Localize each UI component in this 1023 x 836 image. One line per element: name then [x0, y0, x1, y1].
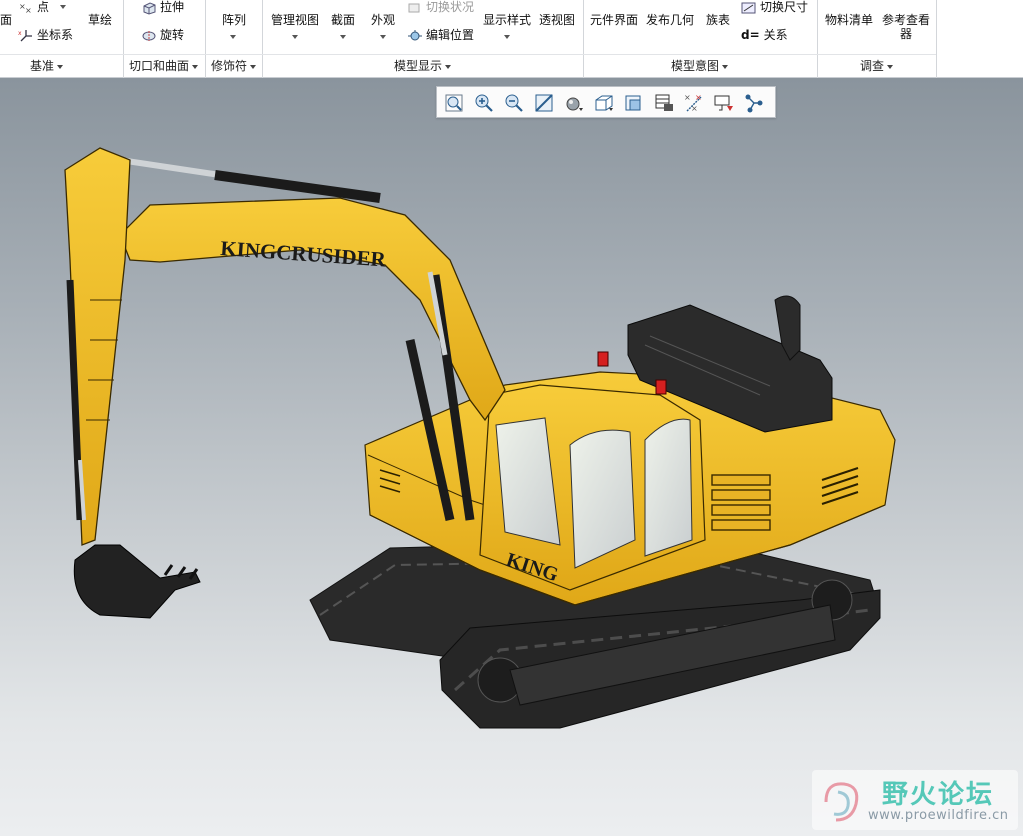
manage-views-button[interactable]: 管理视图: [271, 13, 320, 39]
bom-label: 物料清单: [825, 13, 874, 27]
refit-icon[interactable]: [443, 92, 465, 114]
edit-position-icon: [408, 29, 422, 40]
forum-watermark: 野火论坛 www.proewildfire.cn: [812, 770, 1018, 830]
appearance-button[interactable]: 外观: [371, 13, 396, 39]
relations-label: 关系: [763, 28, 788, 42]
pattern-button[interactable]: 阵列: [222, 13, 247, 39]
edit-position-label: 编辑位置: [426, 28, 475, 42]
excavator-model[interactable]: KING KINGCRUSIDER: [0, 78, 1023, 836]
datum-display-icon[interactable]: × ××: [683, 92, 705, 114]
extrude-label: 拉伸: [160, 0, 185, 14]
watermark-url: www.proewildfire.cn: [868, 808, 1009, 823]
toggle-status-icon: [408, 3, 420, 12]
perspective-icon[interactable]: [653, 92, 675, 114]
plane-label: 面: [0, 13, 13, 27]
display-style-button[interactable]: 显示样式: [483, 13, 532, 39]
ribbon: 面 × × 点 x 坐标系 草绘 基准 拉伸 旋转 切口和曲面 阵列 修饰符 管理视图…: [0, 0, 1023, 78]
toggle-status-label: 切换状况: [426, 0, 475, 14]
extrude-icon: [143, 1, 156, 15]
publish-geometry-button[interactable]: 发布几何: [646, 13, 694, 27]
section-button[interactable]: 截面: [331, 13, 356, 39]
revolve-label: 旋转: [160, 28, 185, 42]
bucket: [73, 544, 201, 619]
manage-views-label: 管理视图: [271, 13, 320, 27]
display-style-dropdown-icon[interactable]: [504, 35, 510, 39]
display-style-icon[interactable]: [563, 92, 585, 114]
point-dropdown-icon[interactable]: [60, 5, 66, 9]
bom-button[interactable]: 物料清单: [825, 13, 873, 27]
perspective-label: 透视图: [539, 13, 576, 27]
point-button[interactable]: × × 点: [18, 0, 66, 15]
publish-geometry-label: 发布几何: [646, 13, 695, 27]
saved-orientations-icon[interactable]: [593, 92, 615, 114]
svg-text:×: ×: [684, 93, 691, 102]
graphics-window[interactable]: KING KINGCRUSIDER: [0, 78, 1023, 836]
component-interface-label: 元件界面: [590, 13, 639, 27]
revolve-button[interactable]: 旋转: [141, 28, 184, 43]
switch-dimensions-label: 切换尺寸: [760, 0, 809, 14]
coordinate-system-icon: x: [18, 29, 32, 41]
graphics-toolbar: × × ×: [436, 86, 776, 118]
perspective-button[interactable]: 透视图: [539, 13, 575, 27]
point-label: 点: [37, 0, 50, 14]
point-icon: × ×: [19, 2, 32, 15]
family-table-button[interactable]: 族表: [706, 13, 730, 27]
component-interface-button[interactable]: 元件界面: [590, 13, 638, 27]
display-style-label: 显示样式: [483, 13, 532, 27]
svg-text:×: ×: [691, 104, 698, 113]
annotation-display-icon[interactable]: [713, 92, 735, 114]
watermark-title: 野火论坛: [882, 780, 995, 810]
svg-text:×: ×: [25, 6, 32, 15]
sketch-button[interactable]: 草绘: [88, 13, 112, 27]
section-label: 截面: [331, 13, 356, 27]
zoom-out-icon[interactable]: [503, 92, 525, 114]
toggle-status-button[interactable]: 切换状况: [407, 0, 474, 15]
pattern-label: 阵列: [222, 13, 247, 27]
switch-dimensions-icon: [741, 2, 756, 13]
appearance-label: 外观: [371, 13, 396, 27]
reference-viewer-button[interactable]: 参考查看器: [881, 13, 931, 41]
repaint-icon[interactable]: [533, 92, 555, 114]
switch-dimensions-button[interactable]: 切换尺寸: [741, 0, 808, 15]
section-dropdown-icon[interactable]: [340, 35, 346, 39]
csys-button[interactable]: x 坐标系: [18, 28, 73, 43]
family-table-label: 族表: [706, 13, 731, 27]
view-manager-icon[interactable]: [623, 92, 645, 114]
csys-label: 坐标系: [37, 28, 74, 42]
watermark-logo-icon: [824, 782, 859, 822]
spin-center-icon[interactable]: [743, 92, 765, 114]
sketch-label: 草绘: [88, 13, 113, 27]
relations-button[interactable]: d= 关系: [741, 28, 788, 42]
stick: [64, 147, 131, 546]
manage-views-dropdown-icon[interactable]: [292, 35, 298, 39]
appearance-dropdown-icon[interactable]: [380, 35, 386, 39]
reference-viewer-label: 参考查看器: [881, 13, 930, 41]
svg-text:x: x: [18, 30, 22, 37]
edit-position-button[interactable]: 编辑位置: [407, 28, 474, 43]
zoom-in-icon[interactable]: [473, 92, 495, 114]
separator: [936, 0, 937, 78]
plane-button[interactable]: 面: [0, 13, 12, 27]
relations-icon: d=: [741, 28, 760, 42]
extrude-button[interactable]: 拉伸: [141, 0, 184, 15]
revolve-icon: [142, 30, 156, 41]
pattern-dropdown-icon[interactable]: [230, 35, 236, 39]
ribbon-group-bar: [0, 54, 936, 76]
